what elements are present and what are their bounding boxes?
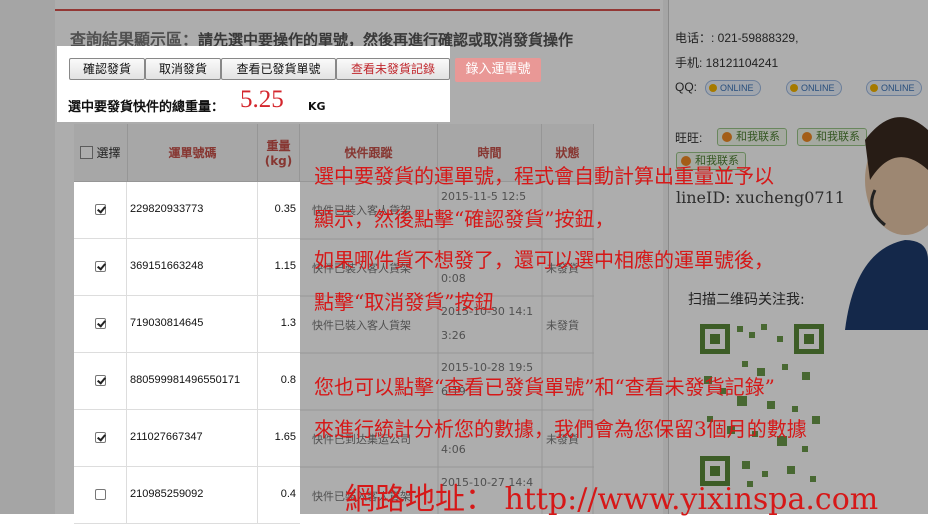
table-row[interactable]: 229820933773 0.35 [74,182,300,239]
sidebar-qq-label: QQ: [675,80,698,94]
row-checkbox[interactable] [95,204,106,215]
waybill-number: 369151663248 [130,260,204,272]
view-shipped-button[interactable]: 查看已發貨單號 [221,58,336,80]
scan-qr-label: 扫描二维码关注我: [688,292,805,308]
row1-time: 2015-11-5 12:5 [441,190,527,203]
waybill-weight: 0.8 [280,374,296,386]
header-weight: 重量(kg) [258,124,300,182]
row5-time: 4:06 [441,443,466,456]
waybill-weight: 0.4 [280,488,296,500]
row-divider [126,353,127,410]
cancel-ship-button[interactable]: 取消發貨 [145,58,221,80]
header-waybill: 運單號碼 [128,124,258,182]
qq-online-badge-2[interactable]: ONLINE [786,80,842,96]
confirm-ship-button[interactable]: 確認發貨 [69,58,145,80]
qr-code-image [692,316,832,494]
enter-waybill-button[interactable]: 錄入運單號 [455,58,541,82]
row-divider [126,410,127,467]
table-row[interactable]: 211027667347 1.65 [74,410,300,467]
line-id: lineID: xucheng0711 [676,188,845,207]
waybill-number: 880599981496550171 [130,374,241,386]
website-url: 網路地址： http://www.yixinspa.com [345,482,879,517]
top-divider [55,9,660,11]
row-checkbox[interactable] [95,432,106,443]
row3-status: 未發貨 [546,319,579,332]
annotation-line-1: 選中要發貨的運單號，程式會自動計算出重量並予以 [314,164,774,188]
row-divider [126,239,127,296]
header-select-label: 選擇 [96,146,121,160]
table-row[interactable]: 210985259092 0.4 [74,467,300,524]
annotation-line-4: 點擊“取消發貨”按鈕 [314,290,495,314]
row-divider [126,296,127,353]
qq-online-badge-1[interactable]: ONLINE [705,80,761,96]
waybill-number: 229820933773 [130,203,204,215]
waybill-weight: 1.3 [280,317,296,329]
page: 查詢結果顯示區：請先選中要操作的單號，然後再進行確認或取消發貨操作 選擇 運單號… [0,0,928,524]
row-checkbox[interactable] [95,375,106,386]
total-weight-value: 5.25 [240,86,284,113]
waybill-weight: 1.15 [274,260,296,272]
waybill-weight: 1.65 [274,431,296,443]
row-checkbox[interactable] [95,489,106,500]
select-all-checkbox[interactable] [80,146,94,159]
waybill-weight: 0.35 [274,203,296,215]
waybill-number: 211027667347 [130,431,203,443]
sidebar-ww-label: 旺旺: [675,131,703,145]
customer-service-photo [845,117,928,330]
table-row[interactable]: 719030814645 1.3 [74,296,300,353]
row-checkbox[interactable] [95,261,106,272]
qq-online-badge-3[interactable]: ONLINE [866,80,922,96]
annotation-line-5: 您也可以點擊“查看已發貨單號”和“查看未發貨記錄” [314,375,775,399]
row2-time: 0:08 [441,272,466,285]
total-weight-label: 選中要發貨快件的總重量： [68,100,225,115]
waybill-number: 719030814645 [130,317,204,329]
sidebar-mobile: 手机: 18121104241 [675,56,779,70]
header-select: 選擇 [74,124,128,182]
view-unshipped-button[interactable]: 查看未發貨記錄 [336,58,450,80]
row-checkbox[interactable] [95,318,106,329]
table-row[interactable]: 880599981496550171 0.8 [74,353,300,410]
ww-contact-badge-1[interactable]: 和我联系 [717,128,787,146]
table-row[interactable]: 369151663248 1.15 [74,239,300,296]
row3-tracking: 快件已裝入客人貨架 [312,319,411,332]
total-weight-unit: KG [308,100,326,113]
row-divider [126,467,127,524]
row-divider [126,182,127,239]
waybill-number: 210985259092 [130,488,204,500]
sidebar-phone: 电话：: 021-59888329, [675,31,799,45]
row3-time2: 3:26 [441,329,466,342]
annotation-line-3: 如果哪件貨不想發了，還可以選中相應的運單號後， [314,248,774,272]
annotation-line-6: 來進行統計分析您的數據，我們會為您保留3個月的數據 [314,417,807,441]
annotation-line-2: 顯示，然後點擊“確認發貨”按鈕， [314,207,615,231]
